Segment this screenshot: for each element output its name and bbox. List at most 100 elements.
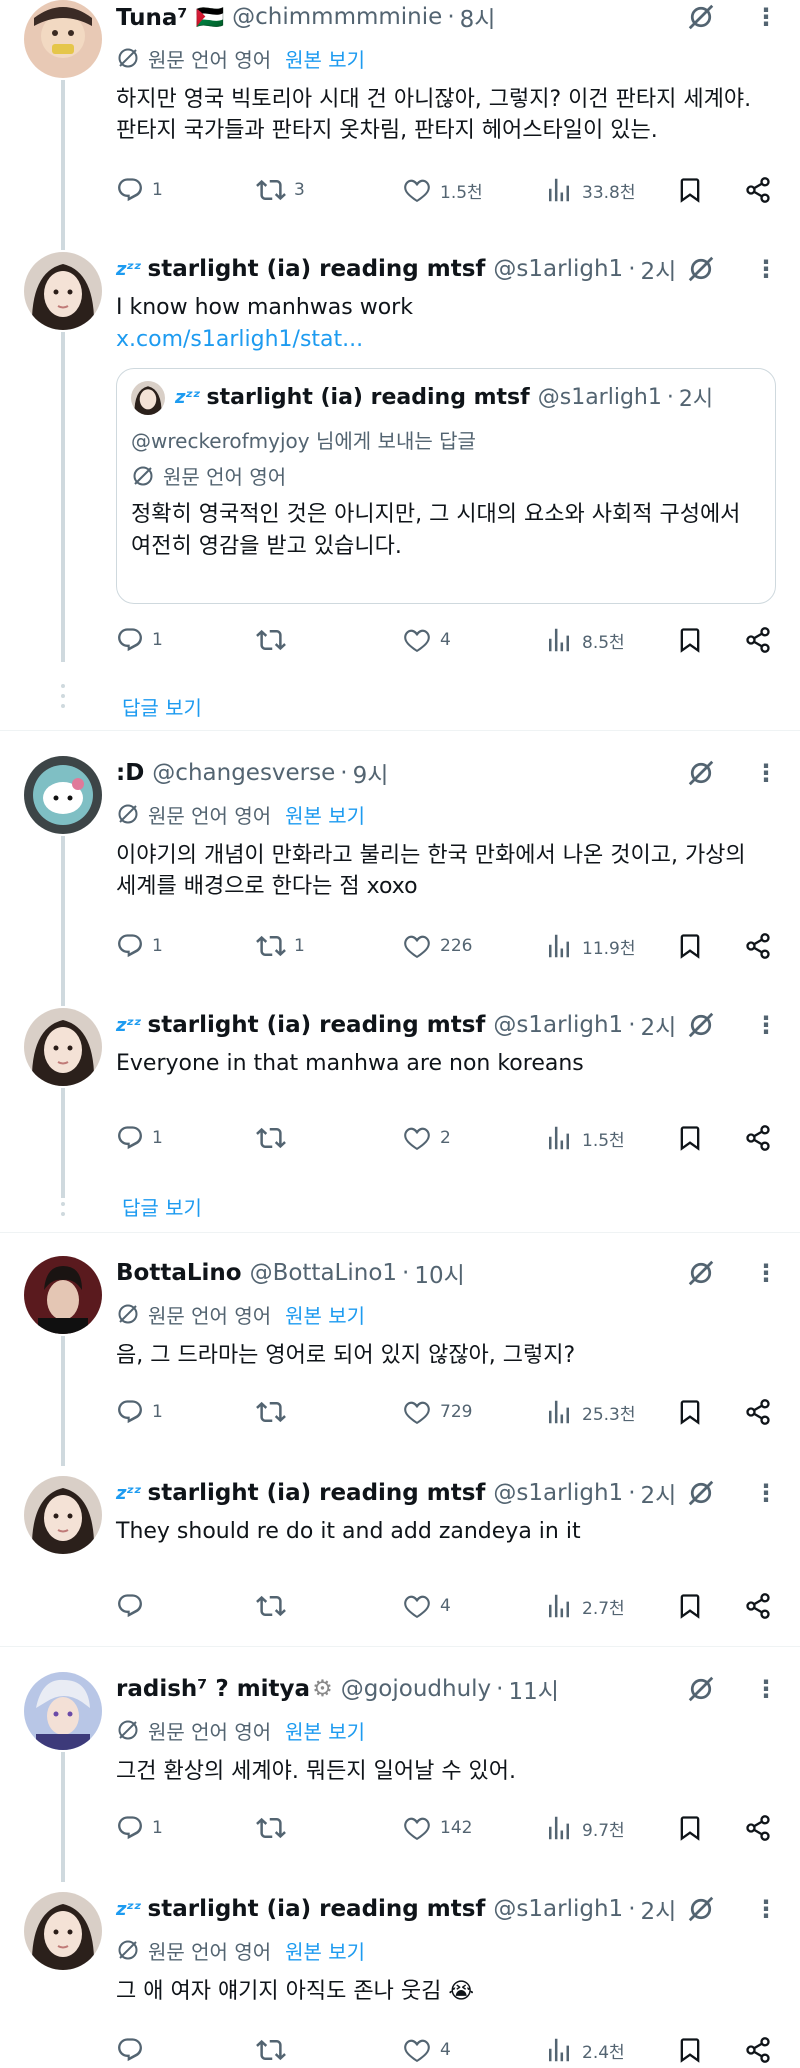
share-button[interactable] — [744, 626, 772, 654]
reply-button[interactable] — [116, 1592, 152, 1620]
tweet-8[interactable]: zᶻᶻ starlight (ia) reading mtsf @s1arlig… — [0, 1892, 800, 2068]
grok-icon[interactable] — [684, 756, 718, 790]
reply-button[interactable]: 1 — [116, 932, 163, 960]
tweet-3[interactable]: :D @changesverse · 9시 ⋮ 원문 언어 영어 원본 보기 이… — [0, 756, 800, 1006]
avatar[interactable] — [24, 756, 102, 834]
bookmark-button[interactable] — [676, 626, 704, 654]
views-button[interactable]: 33.8천 — [544, 175, 636, 205]
share-button[interactable] — [744, 1398, 772, 1426]
tweet-5[interactable]: BottaLino @BottaLino1 · 10시 ⋮ 원문 언어 영어 원… — [0, 1256, 800, 1466]
share-button[interactable] — [744, 2036, 772, 2064]
grok-icon[interactable] — [684, 1476, 718, 1510]
show-original-link[interactable]: 원본 보기 — [285, 1300, 365, 1329]
timestamp[interactable]: 8시 — [460, 0, 496, 34]
views-button[interactable]: 25.3천 — [544, 1397, 636, 1427]
reply-button[interactable] — [116, 2036, 152, 2064]
show-replies-link[interactable]: 답글 보기 — [122, 1192, 202, 1221]
handle[interactable]: @s1arligh1 — [493, 1896, 623, 1922]
grok-icon[interactable] — [684, 0, 718, 34]
avatar[interactable] — [24, 1672, 102, 1750]
more-icon[interactable]: ⋮ — [754, 1256, 778, 1290]
avatar[interactable] — [24, 1008, 102, 1086]
reply-button[interactable]: 1 — [116, 626, 163, 654]
like-button[interactable]: 4 — [402, 625, 451, 655]
reply-button[interactable]: 1 — [116, 176, 163, 204]
handle[interactable]: @s1arligh1 — [493, 1480, 623, 1506]
show-original-link[interactable]: 원본 보기 — [285, 1936, 365, 1965]
avatar[interactable] — [24, 1892, 102, 1970]
display-name[interactable]: starlight (ia) reading mtsf — [148, 1480, 486, 1506]
display-name[interactable]: starlight (ia) reading mtsf — [148, 256, 486, 282]
views-button[interactable]: 11.9천 — [544, 931, 636, 961]
bookmark-button[interactable] — [676, 932, 704, 960]
grok-icon[interactable] — [684, 1008, 718, 1042]
bookmark-button[interactable] — [676, 1814, 704, 1842]
retweet-button[interactable] — [256, 1123, 294, 1153]
handle[interactable]: @chimmmmminie — [232, 4, 442, 30]
display-name[interactable]: :D — [116, 760, 144, 786]
views-button[interactable]: 2.4천 — [544, 2035, 625, 2065]
like-button[interactable]: 4 — [402, 2035, 451, 2065]
handle[interactable]: @s1arligh1 — [493, 256, 623, 282]
timestamp[interactable]: 2시 — [641, 252, 677, 286]
retweet-button[interactable] — [256, 2035, 294, 2065]
tweet-6[interactable]: zᶻᶻ starlight (ia) reading mtsf @s1arlig… — [0, 1476, 800, 1646]
timestamp[interactable]: 11시 — [508, 1672, 558, 1706]
handle[interactable]: @changesverse — [152, 760, 335, 786]
like-button[interactable]: 142 — [402, 1813, 472, 1843]
like-button[interactable]: 4 — [402, 1591, 451, 1621]
more-icon[interactable]: ⋮ — [754, 1892, 778, 1926]
handle[interactable]: @BottaLino1 — [250, 1260, 397, 1286]
reply-button[interactable]: 1 — [116, 1398, 163, 1426]
tweet-link[interactable]: x.com/s1arligh1/stat... — [116, 324, 760, 355]
retweet-button[interactable] — [256, 625, 294, 655]
grok-icon[interactable] — [684, 1672, 718, 1706]
avatar[interactable] — [24, 0, 102, 78]
display-name[interactable]: Tuna⁷ 🇵🇸 — [116, 4, 224, 31]
avatar[interactable] — [24, 1256, 102, 1334]
timestamp[interactable]: 10시 — [414, 1256, 464, 1290]
timestamp[interactable]: 2시 — [641, 1476, 677, 1510]
views-button[interactable]: 2.7천 — [544, 1591, 625, 1621]
reply-button[interactable]: 1 — [116, 1814, 163, 1842]
display-name[interactable]: BottaLino — [116, 1260, 242, 1286]
tweet-1[interactable]: Tuna⁷ 🇵🇸 @chimmmmminie · 8시 ⋮ 원문 언어 영어 원… — [0, 0, 800, 250]
bookmark-button[interactable] — [676, 2036, 704, 2064]
like-button[interactable]: 226 — [402, 931, 472, 961]
quoted-tweet[interactable]: zᶻᶻ starlight (ia) reading mtsf @s1arlig… — [116, 368, 776, 604]
display-name[interactable]: starlight (ia) reading mtsf — [148, 1896, 486, 1922]
avatar[interactable] — [24, 252, 102, 330]
show-original-link[interactable]: 원본 보기 — [285, 1716, 365, 1745]
avatar[interactable] — [24, 1476, 102, 1554]
bookmark-button[interactable] — [676, 1398, 704, 1426]
more-icon[interactable]: ⋮ — [754, 1672, 778, 1706]
more-icon[interactable]: ⋮ — [754, 252, 778, 286]
retweet-button[interactable] — [256, 1591, 294, 1621]
tweet-4[interactable]: zᶻᶻ starlight (ia) reading mtsf @s1arlig… — [0, 1008, 800, 1198]
bookmark-button[interactable] — [676, 176, 704, 204]
reply-button[interactable]: 1 — [116, 1124, 163, 1152]
like-button[interactable]: 2 — [402, 1123, 451, 1153]
show-original-link[interactable]: 원본 보기 — [285, 800, 365, 829]
more-icon[interactable]: ⋮ — [754, 1476, 778, 1510]
display-name[interactable]: radish⁷ ? mitya — [116, 1676, 310, 1702]
views-button[interactable]: 8.5천 — [544, 625, 625, 655]
handle[interactable]: @s1arligh1 — [493, 1012, 623, 1038]
tweet-7[interactable]: radish⁷ ? mitya ⚙ @gojoudhuly · 11시 ⋮ 원문… — [0, 1672, 800, 1882]
display-name[interactable]: starlight (ia) reading mtsf — [148, 1012, 486, 1038]
share-button[interactable] — [744, 932, 772, 960]
more-icon[interactable]: ⋮ — [754, 756, 778, 790]
like-button[interactable]: 729 — [402, 1397, 472, 1427]
grok-icon[interactable] — [684, 1892, 718, 1926]
retweet-button[interactable]: 1 — [256, 931, 305, 961]
views-button[interactable]: 9.7천 — [544, 1813, 625, 1843]
timestamp[interactable]: 9시 — [353, 756, 389, 790]
like-button[interactable]: 1.5천 — [402, 175, 483, 205]
handle[interactable]: @gojoudhuly — [341, 1676, 491, 1702]
views-button[interactable]: 1.5천 — [544, 1123, 625, 1153]
share-button[interactable] — [744, 1124, 772, 1152]
retweet-button[interactable] — [256, 1813, 294, 1843]
retweet-button[interactable]: 3 — [256, 175, 305, 205]
timestamp[interactable]: 2시 — [641, 1892, 677, 1926]
share-button[interactable] — [744, 1592, 772, 1620]
